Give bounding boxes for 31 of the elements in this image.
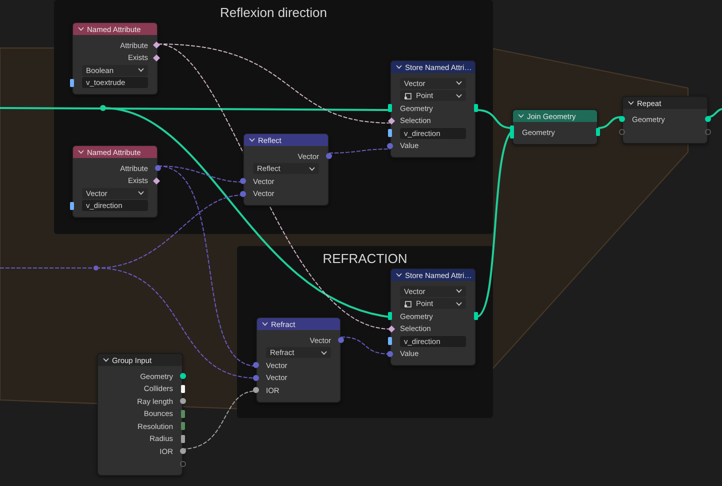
chevron-icon xyxy=(249,138,255,142)
chevron-icon xyxy=(396,273,402,277)
vertex-icon xyxy=(404,92,412,100)
chevron-down-icon xyxy=(138,68,144,72)
chevron-icon xyxy=(78,27,84,31)
chevron-icon xyxy=(628,101,634,105)
chevron-down-icon xyxy=(456,94,462,98)
reroute-dot[interactable] xyxy=(100,105,106,111)
frame-label: Reflexion direction xyxy=(220,5,327,21)
chevron-down-icon xyxy=(456,81,462,86)
chevron-down-icon xyxy=(456,302,462,306)
link-wire xyxy=(708,108,722,118)
reroute-dot[interactable] xyxy=(94,266,98,270)
chevron-down-icon xyxy=(309,166,315,171)
output-socket[interactable] xyxy=(596,128,600,136)
output-socket[interactable] xyxy=(474,312,478,320)
frame-label: REFRACTION xyxy=(322,251,408,267)
input-socket[interactable] xyxy=(70,202,74,210)
chevron-icon xyxy=(518,114,524,118)
chevron-icon xyxy=(78,150,84,154)
input-socket[interactable] xyxy=(70,78,74,87)
chevron-icon xyxy=(396,65,402,69)
link-wire xyxy=(598,116,622,129)
chevron-down-icon xyxy=(321,350,327,355)
vertex-icon xyxy=(404,300,412,308)
input-socket[interactable] xyxy=(510,126,514,139)
chevron-icon xyxy=(103,358,109,362)
chevron-icon xyxy=(262,322,268,326)
chevron-down-icon xyxy=(138,191,144,196)
output-socket[interactable] xyxy=(474,104,478,112)
chevron-down-icon xyxy=(456,289,462,294)
